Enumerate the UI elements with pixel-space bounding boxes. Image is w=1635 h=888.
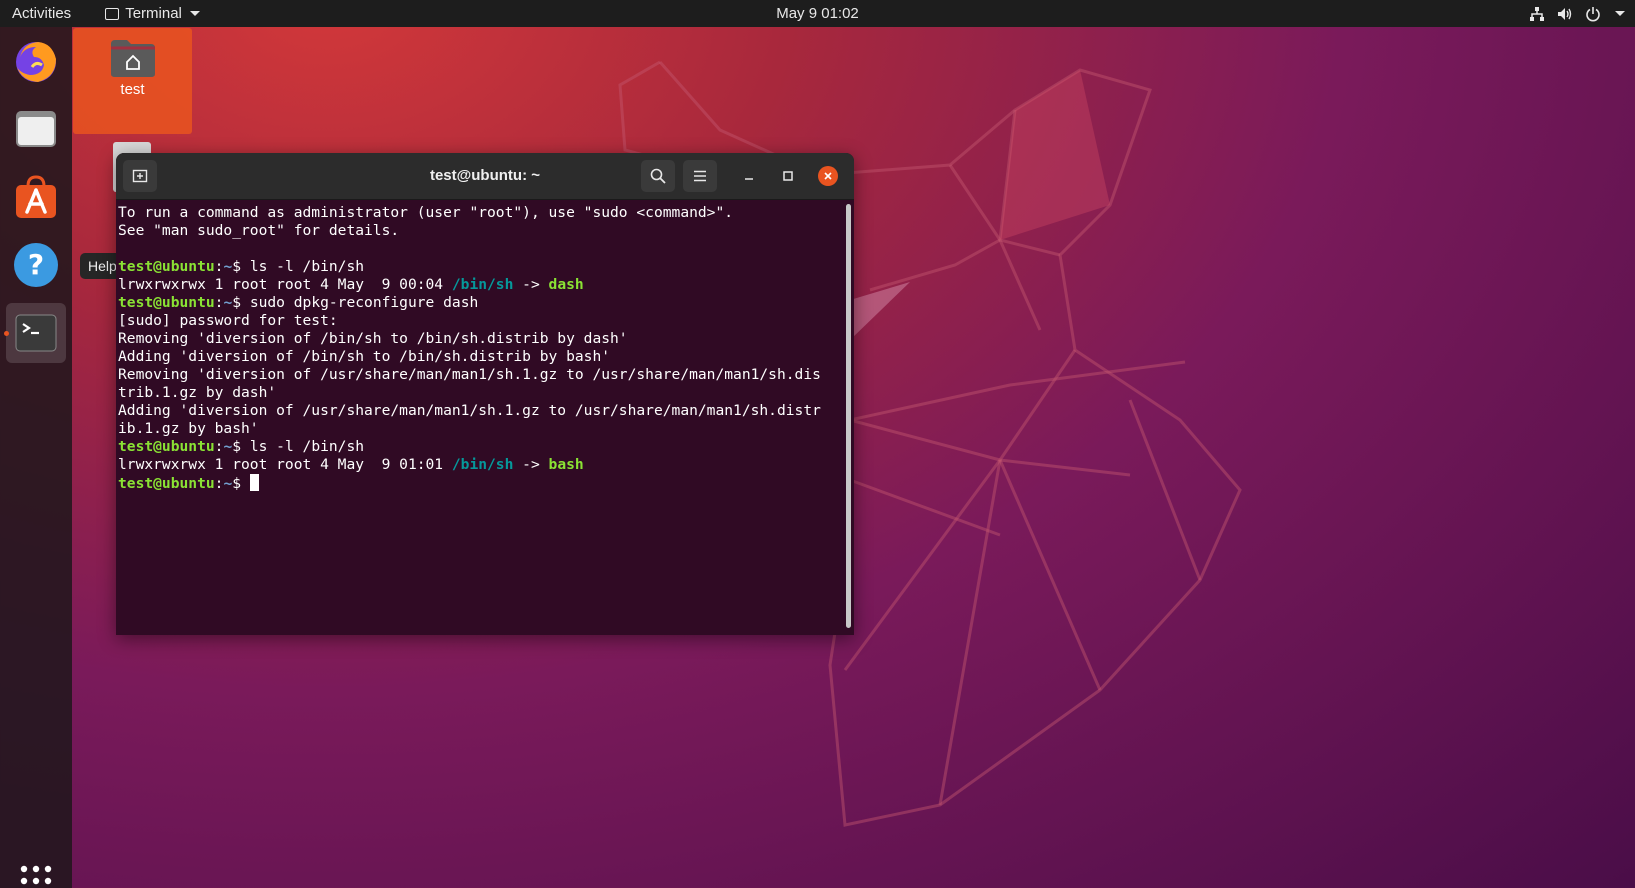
terminal-window[interactable]: test@ubuntu: ~ To run a command as admin…	[116, 153, 854, 635]
terminal-ls-dir2: /bin/sh	[451, 276, 514, 293]
home-folder-icon	[111, 40, 155, 77]
terminal-pr-path: ~	[223, 294, 233, 311]
search-button[interactable]	[641, 160, 675, 192]
terminal-text-segment: ->	[513, 456, 549, 473]
dock-item-terminal[interactable]	[4, 303, 66, 363]
chevron-down-icon	[189, 11, 200, 16]
terminal-line: lrwxrwxrwx 1 root root 4 May 9 00:04 /bi…	[118, 276, 854, 294]
terminal-line: Removing 'diversion of /bin/sh to /bin/s…	[118, 330, 854, 348]
terminal-small-icon	[105, 7, 120, 20]
svg-text:?: ?	[28, 248, 44, 281]
terminal-ls-tgt: bash	[548, 456, 584, 473]
terminal-line: test@ubuntu:~$ ls -l /bin/sh	[118, 438, 854, 456]
terminal-pr-user: test@ubuntu	[118, 438, 215, 455]
terminal-pr-user: test@ubuntu	[118, 294, 215, 311]
terminal-line: [sudo] password for test:	[118, 312, 854, 330]
terminal-line: test@ubuntu:~$ sudo dpkg-reconfigure das…	[118, 294, 854, 312]
terminal-line: See "man sudo_root" for details.	[118, 222, 854, 240]
terminal-text-segment: To run a command as administrator (user …	[118, 204, 734, 221]
desktop-icon-label: test	[120, 81, 145, 98]
maximize-button[interactable]	[778, 166, 798, 186]
terminal-pr-path: ~	[223, 258, 233, 275]
app-grid-icon[interactable]	[20, 865, 52, 888]
terminal-text-segment: See "man sudo_root" for details.	[118, 222, 400, 239]
terminal-pr-path: ~	[223, 438, 233, 455]
dock-item-firefox[interactable]	[6, 31, 66, 91]
desktop-icon-test[interactable]: test	[73, 28, 192, 134]
running-indicator	[4, 331, 9, 336]
terminal-text-segment: $ ls -l /bin/sh	[232, 258, 365, 275]
terminal-text-segment: $ sudo dpkg-reconfigure dash	[232, 294, 479, 311]
terminal-line: test@ubuntu:~$	[118, 474, 854, 493]
terminal-icon	[15, 314, 57, 352]
terminal-pr-user: test@ubuntu	[118, 258, 215, 275]
chevron-down-icon	[1615, 11, 1625, 16]
files-icon	[16, 111, 56, 147]
terminal-text-segment: ->	[513, 276, 549, 293]
dock-item-ubuntu-software[interactable]	[6, 167, 66, 227]
terminal-titlebar[interactable]: test@ubuntu: ~	[116, 153, 854, 200]
dock-item-help[interactable]: ?	[6, 235, 66, 295]
terminal-ls-tgt: dash	[548, 276, 584, 293]
terminal-text-segment: Adding 'diversion of /usr/share/man/man1…	[118, 402, 821, 419]
scrollbar[interactable]	[846, 204, 851, 628]
terminal-line: To run a command as administrator (user …	[118, 204, 854, 222]
terminal-text-segment: $	[232, 475, 250, 492]
close-icon	[824, 172, 832, 180]
terminal-text-segment: Removing 'diversion of /bin/sh to /bin/s…	[118, 330, 628, 347]
help-icon: ?	[14, 243, 58, 287]
terminal-output[interactable]: To run a command as administrator (user …	[116, 200, 854, 635]
search-icon	[650, 168, 666, 184]
terminal-line: Removing 'diversion of /usr/share/man/ma…	[118, 366, 854, 384]
terminal-line: Adding 'diversion of /usr/share/man/man1…	[118, 402, 854, 420]
hamburger-menu-icon	[694, 170, 706, 182]
app-menu-label: Terminal	[125, 5, 182, 22]
terminal-text-segment: $ ls -l /bin/sh	[232, 438, 365, 455]
terminal-text-segment: trib.1.gz by dash'	[118, 384, 277, 401]
dock: ?	[0, 27, 72, 888]
system-tray[interactable]	[1529, 0, 1625, 27]
terminal-line: Adding 'diversion of /bin/sh to /bin/sh.…	[118, 348, 854, 366]
terminal-text-segment: Adding 'diversion of /bin/sh to /bin/sh.…	[118, 348, 611, 365]
network-icon[interactable]	[1529, 6, 1545, 22]
terminal-text-segment: lrwxrwxrwx 1 root root 4 May 9 00:04	[118, 276, 452, 293]
software-icon	[16, 175, 56, 218]
terminal-pr-path: ~	[223, 475, 233, 492]
app-menu-terminal[interactable]: Terminal	[105, 5, 200, 22]
volume-icon[interactable]	[1557, 6, 1573, 22]
terminal-line: test@ubuntu:~$ ls -l /bin/sh	[118, 258, 854, 276]
terminal-line: ib.1.gz by bash'	[118, 420, 854, 438]
menu-button[interactable]	[683, 160, 717, 192]
minimize-button[interactable]	[739, 166, 759, 186]
dock-item-files[interactable]	[6, 99, 66, 159]
terminal-text-segment: lrwxrwxrwx 1 root root 4 May 9 01:01	[118, 456, 452, 473]
top-bar: Activities Terminal May 9 01:02	[0, 0, 1635, 27]
activities-button[interactable]: Activities	[0, 0, 83, 27]
terminal-cursor	[249, 474, 259, 491]
terminal-text-segment: ib.1.gz by bash'	[118, 420, 259, 437]
terminal-text[interactable]: To run a command as administrator (user …	[118, 204, 854, 493]
terminal-text-segment: [sudo] password for test:	[118, 312, 338, 329]
terminal-ls-dir2: /bin/sh	[451, 456, 514, 473]
terminal-pr-user: test@ubuntu	[118, 475, 215, 492]
terminal-text-segment: Removing 'diversion of /usr/share/man/ma…	[118, 366, 821, 383]
clock[interactable]: May 9 01:02	[776, 5, 859, 22]
firefox-icon	[16, 42, 56, 82]
terminal-line: trib.1.gz by dash'	[118, 384, 854, 402]
power-icon[interactable]	[1585, 6, 1601, 22]
maximize-icon	[783, 171, 793, 181]
terminal-line: lrwxrwxrwx 1 root root 4 May 9 01:01 /bi…	[118, 456, 854, 474]
close-button[interactable]	[818, 166, 838, 186]
minimize-icon	[745, 178, 753, 180]
